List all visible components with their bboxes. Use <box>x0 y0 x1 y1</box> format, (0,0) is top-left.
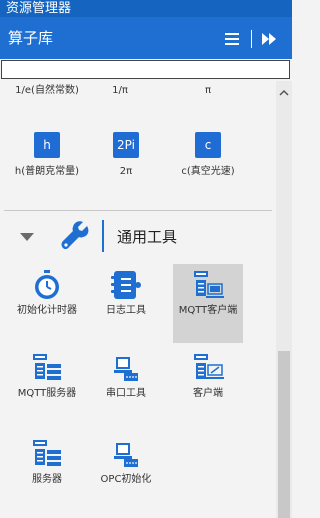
collapse-arrow-icon[interactable] <box>20 233 34 241</box>
constant-tile: c <box>195 132 221 158</box>
operator-2pi[interactable]: 2Pi 2π <box>91 132 161 177</box>
panel-header: 算子库 <box>0 17 292 59</box>
tool-label: OPC初始化 <box>100 474 152 485</box>
chevron-up-icon[interactable] <box>279 89 289 97</box>
operator-label: c(真空光速) <box>181 166 235 177</box>
tool-client[interactable]: 客户端 <box>173 352 243 399</box>
operator-label: 1/π <box>112 85 128 96</box>
menu-icon[interactable] <box>225 33 239 45</box>
constant-tile: h <box>34 132 60 158</box>
operator-light-speed[interactable]: c c(真空光速) <box>173 132 243 177</box>
tool-mqtt-server[interactable]: MQTT服务器 <box>12 352 82 399</box>
section-separator <box>4 210 272 211</box>
section-title: 通用工具 <box>117 228 178 246</box>
tool-init-timer[interactable]: 初始化计时器 <box>12 269 82 316</box>
operator-label: π <box>204 85 212 96</box>
operator-label: h(普朗克常量) <box>14 166 80 177</box>
operator-inv-e[interactable]: 1/e(自然常数) <box>12 85 82 96</box>
tcp-server-icon <box>31 352 63 384</box>
tool-label: MQTT服务器 <box>17 388 77 399</box>
wrench-icon <box>61 221 89 250</box>
tool-mqtt-client[interactable]: MQTT客户端 <box>173 269 243 316</box>
serial-port-icon <box>110 352 142 384</box>
tool-label: 初始化计时器 <box>17 305 77 316</box>
operator-pi[interactable]: π <box>173 85 243 96</box>
opc-icon <box>110 438 142 470</box>
operator-inv-pi[interactable]: 1/π <box>85 85 155 96</box>
tool-label: MQTT客户端 <box>178 305 238 316</box>
operator-label: 1/e(自然常数) <box>15 85 79 96</box>
vertical-scrollbar[interactable] <box>276 81 292 518</box>
server-icon <box>31 438 63 470</box>
tool-label: 串口工具 <box>106 388 146 399</box>
section-divider <box>102 220 104 252</box>
header-divider <box>251 30 252 48</box>
tool-log[interactable]: 日志工具 <box>91 269 161 316</box>
window-title: 资源管理器 <box>0 0 292 17</box>
operator-label: 2π <box>119 166 133 177</box>
tool-serial-port[interactable]: 串口工具 <box>91 352 161 399</box>
tcp-client-icon <box>192 269 224 301</box>
panel-title: 算子库 <box>8 29 54 47</box>
scroll-thumb[interactable] <box>278 351 290 518</box>
constant-tile: 2Pi <box>113 132 139 158</box>
tool-label: 日志工具 <box>106 305 146 316</box>
operator-planck[interactable]: h h(普朗克常量) <box>12 132 82 177</box>
client-icon <box>192 352 224 384</box>
fast-forward-icon[interactable] <box>262 33 276 45</box>
tool-server[interactable]: 服务器 <box>12 438 82 485</box>
tool-label: 服务器 <box>32 474 62 485</box>
tool-opc-init[interactable]: OPC初始化 <box>91 438 161 485</box>
operator-list: 1/e(自然常数) 1/π π h h(普朗克常量) 2Pi 2π c c(真空… <box>0 81 276 518</box>
tool-label: 客户端 <box>193 388 223 399</box>
stopwatch-icon <box>31 269 63 301</box>
log-icon <box>110 269 142 301</box>
search-input[interactable] <box>1 60 290 79</box>
